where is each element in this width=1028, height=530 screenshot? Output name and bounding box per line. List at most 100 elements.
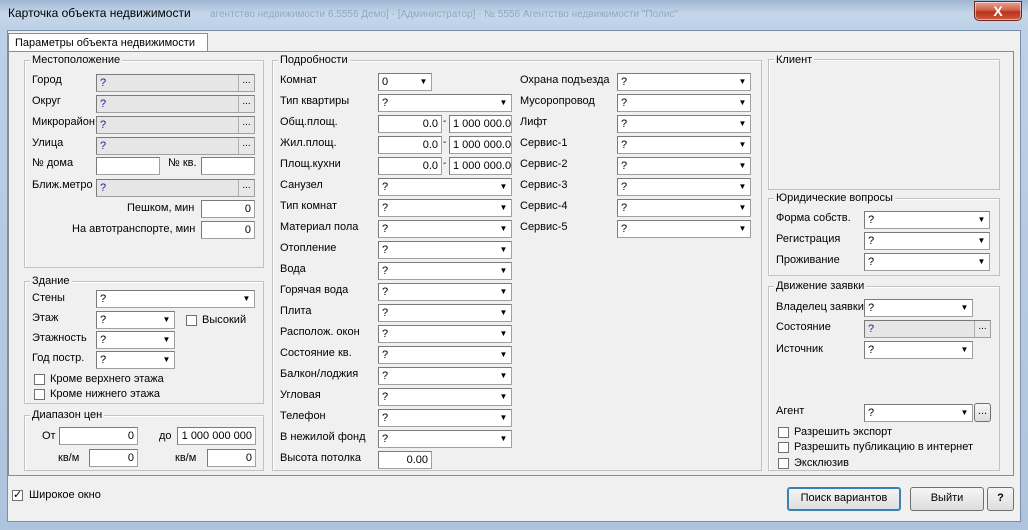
request-state-field[interactable]: ?... — [864, 320, 991, 338]
close-button[interactable]: X — [974, 1, 1022, 21]
price-from-input[interactable]: 0 — [59, 427, 138, 445]
street-field[interactable]: ?... — [96, 137, 255, 155]
kitchen-area-to-input[interactable]: 1 000 000.0 — [449, 157, 512, 175]
exclusive-checkbox[interactable] — [778, 458, 789, 469]
residence-select[interactable]: ? ▼ — [864, 253, 990, 271]
service-2-select[interactable]: ? ▼ — [617, 157, 751, 175]
allow-export-checkbox[interactable] — [778, 427, 789, 438]
request-state-label: Состояние — [776, 321, 831, 333]
house-number-input[interactable] — [96, 157, 160, 175]
request-owner-select[interactable]: ? ▼ — [864, 299, 973, 317]
microdistrict-browse-button[interactable]: ... — [238, 117, 254, 133]
chevron-down-icon: ▼ — [735, 221, 750, 237]
elevator-select[interactable]: ? ▼ — [617, 115, 751, 133]
chevron-down-icon: ▼ — [735, 137, 750, 153]
service-1-label: Сервис-1 — [520, 137, 568, 149]
city-browse-button[interactable]: ... — [238, 75, 254, 91]
allow-publish-checkbox[interactable] — [778, 442, 789, 453]
non-residential-select[interactable]: ? ▼ — [378, 430, 512, 448]
water-select[interactable]: ? ▼ — [378, 262, 512, 280]
living-area-label: Жил.площ. — [280, 137, 337, 149]
chevron-down-icon: ▼ — [159, 332, 174, 348]
chevron-down-icon: ▼ — [957, 300, 972, 316]
chevron-down-icon: ▼ — [496, 221, 511, 237]
house-label: № дома — [32, 157, 74, 169]
walls-select[interactable]: ? ▼ — [96, 290, 255, 308]
district-browse-button[interactable]: ... — [238, 96, 254, 112]
heating-select[interactable]: ? ▼ — [378, 241, 512, 259]
high-floor-checkbox[interactable] — [186, 315, 197, 326]
request-state-browse-button[interactable]: ... — [974, 321, 990, 337]
total-area-from-input[interactable]: 0.0 — [378, 115, 442, 133]
title-bar: Карточка объекта недвижимости агентство … — [0, 0, 1028, 28]
corner-select[interactable]: ? ▼ — [378, 388, 512, 406]
metro-browse-button[interactable]: ... — [238, 180, 254, 196]
street-browse-button[interactable]: ... — [238, 138, 254, 154]
price-sqm-from-label: кв/м — [58, 452, 80, 464]
wide-window-checkbox[interactable] — [12, 488, 23, 501]
living-area-to-input[interactable]: 1 000 000.0 — [449, 136, 512, 154]
ownership-select[interactable]: ? ▼ — [864, 211, 990, 229]
agent-browse-button[interactable]: ... — [974, 403, 991, 422]
chevron-down-icon: ▼ — [957, 405, 972, 421]
apartment-label: № кв. — [168, 157, 197, 169]
chevron-down-icon: ▼ — [735, 116, 750, 132]
apartment-type-select[interactable]: ? ▼ — [378, 94, 512, 112]
service-1-select[interactable]: ? ▼ — [617, 136, 751, 154]
living-area-from-input[interactable]: 0.0 — [378, 136, 442, 154]
phone-label: Телефон — [280, 410, 326, 422]
agent-select[interactable]: ? ▼ — [864, 404, 973, 422]
high-floor-label: Высокий — [202, 314, 247, 326]
registration-select[interactable]: ? ▼ — [864, 232, 990, 250]
price-to-label: до — [159, 430, 172, 442]
microdistrict-field[interactable]: ?... — [96, 116, 255, 134]
chevron-down-icon: ▼ — [496, 305, 511, 321]
rooms-select[interactable]: 0 ▼ — [378, 73, 432, 91]
price-sqm-to-input[interactable]: 0 — [207, 449, 256, 467]
floor-select[interactable]: ? ▼ — [96, 311, 175, 329]
apartment-number-input[interactable] — [201, 157, 255, 175]
bathroom-select[interactable]: ? ▼ — [378, 178, 512, 196]
details-group-title: Подробности — [278, 54, 350, 66]
background-window-title: агентство недвижимости 6.5556 Демо] - [А… — [210, 9, 678, 20]
entrance-security-select[interactable]: ? ▼ — [617, 73, 751, 91]
apartment-condition-select[interactable]: ? ▼ — [378, 346, 512, 364]
garbage-chute-select[interactable]: ? ▼ — [617, 94, 751, 112]
chevron-down-icon: ▼ — [735, 179, 750, 195]
exit-button[interactable]: Выйти — [910, 487, 984, 511]
chevron-down-icon: ▼ — [496, 431, 511, 447]
ceiling-height-input[interactable]: 0.00 — [378, 451, 432, 469]
chevron-down-icon: ▼ — [735, 200, 750, 216]
price-sqm-from-input[interactable]: 0 — [89, 449, 138, 467]
room-type-select[interactable]: ? ▼ — [378, 199, 512, 217]
tab-object-parameters[interactable]: Параметры объекта недвижимости — [8, 33, 208, 52]
district-field[interactable]: ?... — [96, 95, 255, 113]
not-bottom-floor-checkbox[interactable] — [34, 389, 45, 400]
service-4-select[interactable]: ? ▼ — [617, 199, 751, 217]
phone-select[interactable]: ? ▼ — [378, 409, 512, 427]
floors-count-select[interactable]: ? ▼ — [96, 331, 175, 349]
build-year-select[interactable]: ? ▼ — [96, 351, 175, 369]
hot-water-select[interactable]: ? ▼ — [378, 283, 512, 301]
transport-minutes-input[interactable]: 0 — [201, 221, 255, 239]
source-select[interactable]: ? ▼ — [864, 341, 973, 359]
balcony-select[interactable]: ? ▼ — [378, 367, 512, 385]
total-area-to-input[interactable]: 1 000 000.0 — [449, 115, 512, 133]
registration-label: Регистрация — [776, 233, 841, 245]
range-separator: - — [443, 137, 447, 148]
service-3-select[interactable]: ? ▼ — [617, 178, 751, 196]
building-group-title: Здание — [30, 275, 72, 287]
price-to-input[interactable]: 1 000 000 000 — [177, 427, 256, 445]
service-5-select[interactable]: ? ▼ — [617, 220, 751, 238]
window-orientation-select[interactable]: ? ▼ — [378, 325, 512, 343]
not-top-floor-checkbox[interactable] — [34, 374, 45, 385]
help-button[interactable]: ? — [987, 487, 1014, 511]
walk-minutes-input[interactable]: 0 — [201, 200, 255, 218]
kitchen-area-from-input[interactable]: 0.0 — [378, 157, 442, 175]
walk-minutes-label: Пешком, мин — [127, 202, 195, 214]
stove-select[interactable]: ? ▼ — [378, 304, 512, 322]
metro-field[interactable]: ?... — [96, 179, 255, 197]
floor-material-select[interactable]: ? ▼ — [378, 220, 512, 238]
city-field[interactable]: ?... — [96, 74, 255, 92]
search-variants-button[interactable]: Поиск вариантов — [787, 487, 901, 511]
